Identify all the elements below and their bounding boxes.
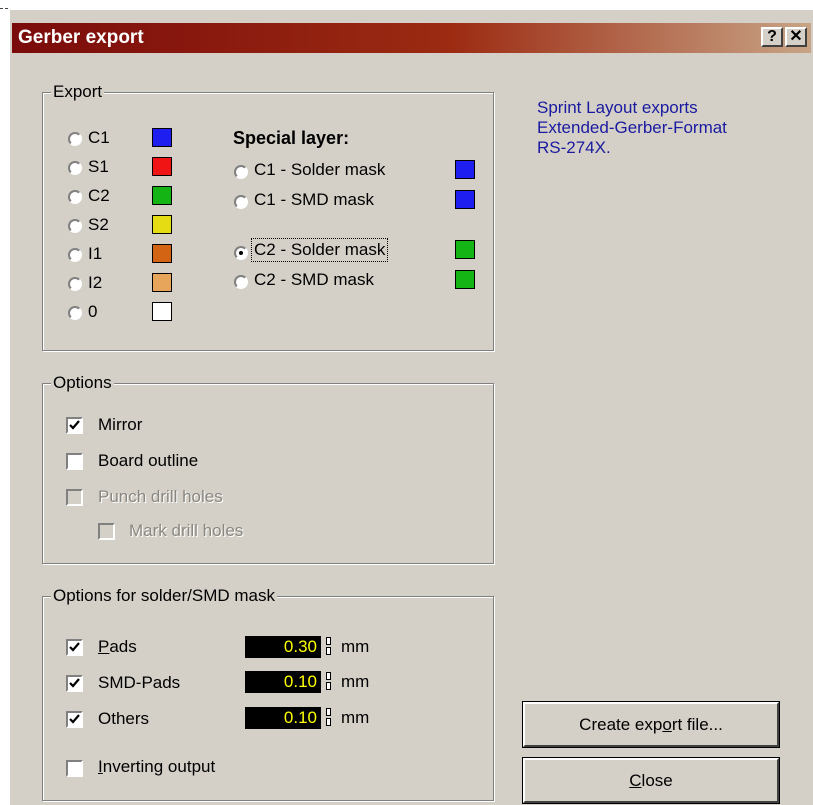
others-spinner[interactable] xyxy=(326,708,332,728)
pads-value-field[interactable]: 0.30 xyxy=(245,636,321,658)
layer-color-swatch xyxy=(152,215,172,234)
check-icon xyxy=(69,678,80,688)
layer-radio-i2[interactable] xyxy=(68,277,82,291)
layer-radio-c1[interactable] xyxy=(68,132,82,146)
special-radio-c1-solder[interactable] xyxy=(234,165,248,179)
layer-color-swatch xyxy=(152,302,172,321)
smd-pads-unit: mm xyxy=(341,672,370,691)
layer-label: S1 xyxy=(88,157,109,176)
layer-color-swatch xyxy=(152,157,172,176)
special-layer-label: C2 - SMD mask xyxy=(254,270,374,289)
special-color-swatch xyxy=(455,270,475,289)
layer-label: 0 xyxy=(88,302,98,321)
pads-label: Pads xyxy=(98,637,137,656)
layer-label: C1 xyxy=(88,128,110,147)
punch-drill-holes-label: Punch drill holes xyxy=(98,487,223,506)
layer-radio-s2[interactable] xyxy=(68,219,82,233)
smd-pads-spinner[interactable] xyxy=(326,672,332,692)
layer-label: I2 xyxy=(88,273,103,292)
special-layer-label: C1 - SMD mask xyxy=(254,190,374,209)
layer-label: C2 xyxy=(88,186,110,205)
inverting-output-label: Inverting output xyxy=(98,757,216,776)
layer-radio-c2[interactable] xyxy=(68,190,82,204)
help-button[interactable]: ? xyxy=(761,27,783,47)
close-window-button[interactable]: ✕ xyxy=(785,27,807,47)
layer-color-swatch xyxy=(152,186,172,205)
options-group: Options Mirror Board outline Punch drill… xyxy=(42,373,494,564)
layer-color-swatch xyxy=(152,128,172,147)
special-radio-c2-solder[interactable] xyxy=(234,246,248,260)
help-icon: ? xyxy=(767,28,777,45)
layer-color-swatch xyxy=(152,273,172,292)
close-label: Close xyxy=(629,771,673,790)
special-color-swatch xyxy=(455,190,475,209)
close-button[interactable]: Close xyxy=(522,757,780,804)
title-bar: Gerber export ? ✕ xyxy=(12,23,811,53)
smd-pads-label: SMD-Pads xyxy=(98,673,181,692)
options-group-label: Options xyxy=(51,373,114,393)
special-color-swatch xyxy=(455,240,475,259)
info-text: Sprint Layout exports Extended-Gerber-Fo… xyxy=(537,98,727,158)
pads-unit: mm xyxy=(341,637,370,656)
others-label: Others xyxy=(98,709,150,728)
create-export-file-button[interactable]: Create export file... xyxy=(522,701,780,748)
special-layer-heading: Special layer: xyxy=(233,128,350,148)
mark-drill-holes-label: Mark drill holes xyxy=(129,521,244,540)
mask-options-group-label: Options for solder/SMD mask xyxy=(51,586,278,606)
info-line: Extended-Gerber-Format xyxy=(537,118,727,137)
special-radio-c1-smd[interactable] xyxy=(234,195,248,209)
smd-pads-value-field[interactable]: 0.10 xyxy=(245,671,321,693)
layer-label: I1 xyxy=(88,244,103,263)
info-line: RS-274X. xyxy=(537,138,611,157)
others-value-field[interactable]: 0.10 xyxy=(245,707,321,729)
punch-drill-holes-checkbox xyxy=(66,489,83,506)
special-layer-label: C1 - Solder mask xyxy=(254,160,386,179)
others-unit: mm xyxy=(341,708,370,727)
layer-radio-i1[interactable] xyxy=(68,248,82,262)
create-export-file-label: Create export file... xyxy=(579,715,723,734)
mark-drill-holes-checkbox xyxy=(98,523,115,540)
check-icon xyxy=(69,642,80,652)
gerber-export-dialog: Gerber export ? ✕ Export C1 S1 C2 S2 I1 … xyxy=(8,8,813,805)
pads-checkbox[interactable] xyxy=(66,639,83,656)
inverting-output-checkbox[interactable] xyxy=(66,760,83,777)
special-radio-c2-smd[interactable] xyxy=(234,275,248,289)
info-line: Sprint Layout exports xyxy=(537,98,698,117)
special-color-swatch xyxy=(455,160,475,179)
layer-label: S2 xyxy=(88,215,109,234)
close-icon: ✕ xyxy=(789,28,803,45)
check-icon xyxy=(69,714,80,724)
mask-options-group: Options for solder/SMD mask Pads 0.30 mm… xyxy=(42,586,494,801)
smd-pads-checkbox[interactable] xyxy=(66,675,83,692)
pads-spinner[interactable] xyxy=(326,637,332,657)
mirror-checkbox[interactable] xyxy=(66,417,83,434)
check-icon xyxy=(69,420,80,430)
special-layer-label: C2 - Solder mask xyxy=(250,238,389,262)
others-checkbox[interactable] xyxy=(66,711,83,728)
board-outline-checkbox[interactable] xyxy=(66,453,83,470)
mirror-label: Mirror xyxy=(98,415,143,434)
export-group: Export C1 S1 C2 S2 I1 I2 0 Special layer… xyxy=(42,82,494,351)
layer-radio-s1[interactable] xyxy=(68,161,82,175)
window-title: Gerber export xyxy=(18,27,144,48)
layer-color-swatch xyxy=(152,244,172,263)
layer-radio-0[interactable] xyxy=(68,306,82,320)
export-group-label: Export xyxy=(51,82,105,102)
board-outline-label: Board outline xyxy=(98,451,199,470)
